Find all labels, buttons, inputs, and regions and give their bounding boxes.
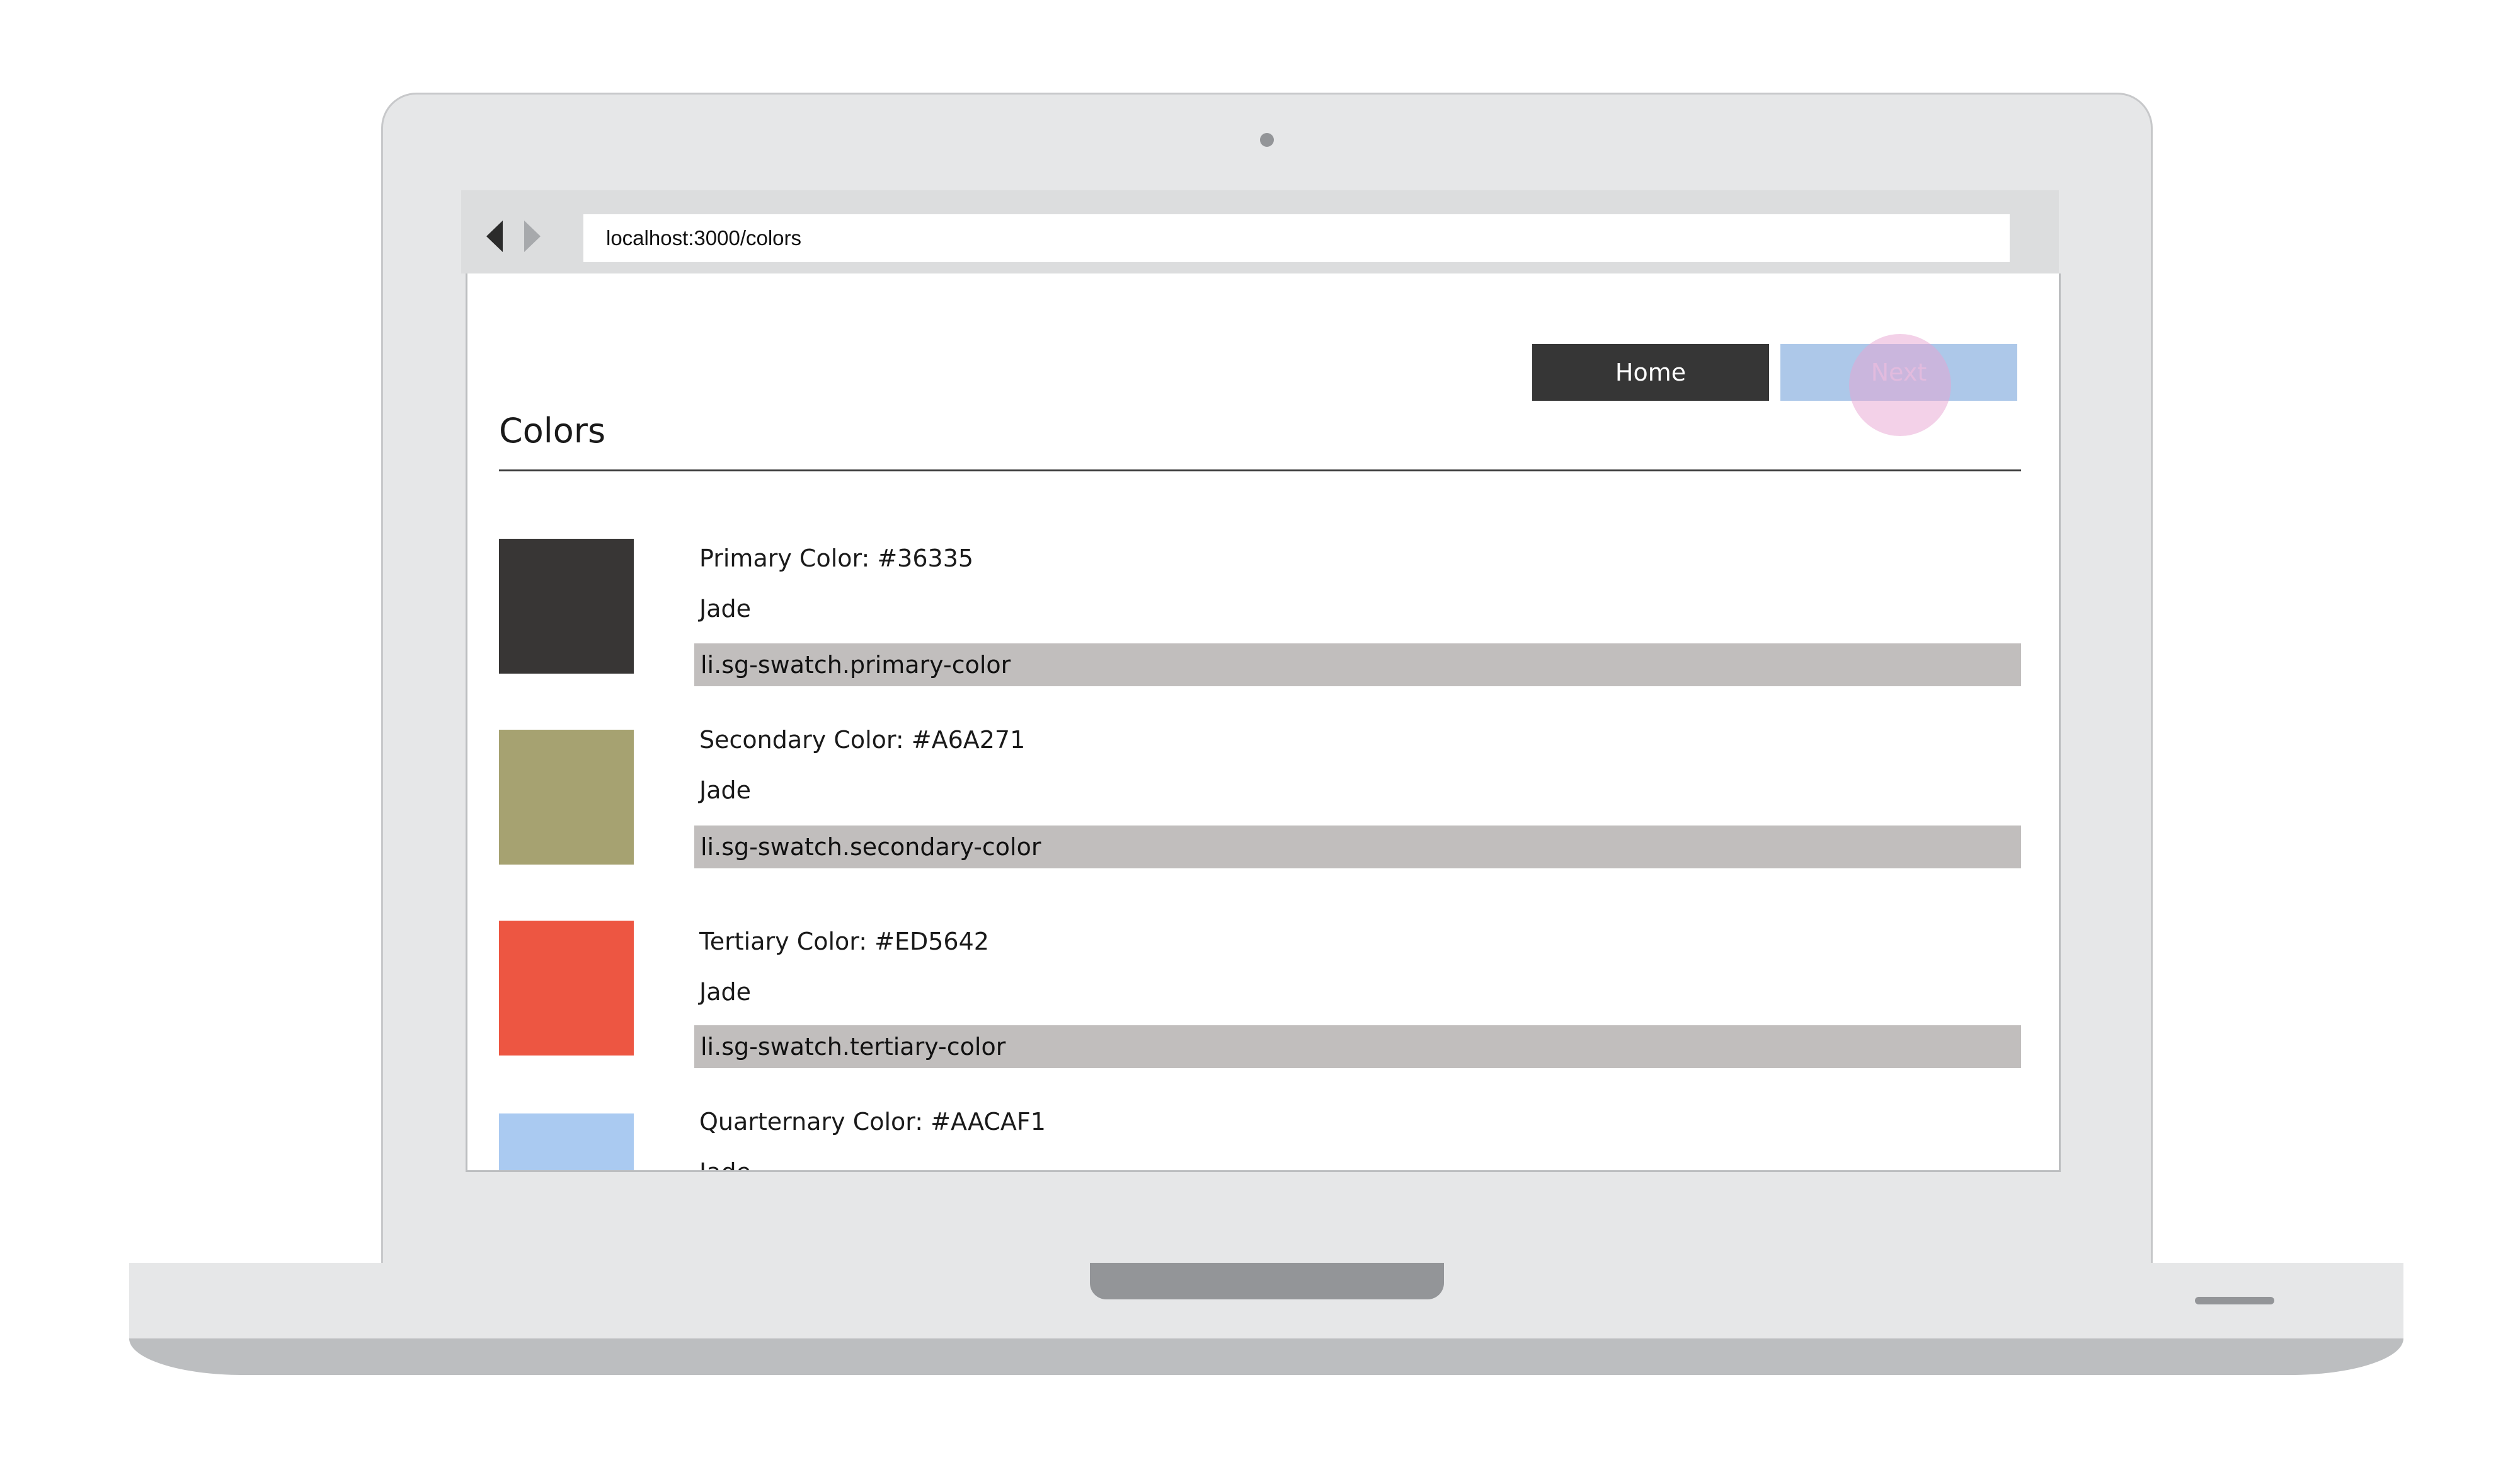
home-button[interactable]: Home xyxy=(1532,344,1769,401)
page-title: Colors xyxy=(499,411,606,451)
tertiary-color-swatch xyxy=(499,921,634,1056)
forward-arrow-icon[interactable] xyxy=(524,221,541,252)
primary-color-label: Jade xyxy=(699,595,751,623)
laptop-base-edge xyxy=(129,1338,2403,1375)
camera-icon xyxy=(1260,133,1274,147)
page-viewport: Home Next Colors Primary Color: #36335 J… xyxy=(466,273,2061,1172)
power-indicator-icon xyxy=(2195,1297,2274,1304)
primary-color-name: Primary Color: #36335 xyxy=(699,544,974,572)
primary-color-swatch xyxy=(499,539,634,674)
secondary-color-label: Jade xyxy=(699,776,751,804)
tertiary-color-name: Tertiary Color: #ED5642 xyxy=(699,928,989,955)
secondary-color-swatch xyxy=(499,730,634,865)
laptop-opening-notch xyxy=(1090,1263,1444,1299)
address-bar[interactable]: localhost:3000/colors xyxy=(583,214,2010,262)
quarternary-color-swatch xyxy=(499,1113,634,1170)
back-arrow-icon[interactable] xyxy=(486,221,503,252)
device-mockup: localhost:3000/colors Home Next Colors P… xyxy=(0,0,2520,1467)
quarternary-color-name: Quarternary Color: #AACAF1 xyxy=(699,1108,1046,1136)
title-divider xyxy=(499,469,2021,471)
touch-indicator xyxy=(1849,334,1951,436)
tertiary-color-selector: li.sg-swatch.tertiary-color xyxy=(694,1025,2021,1068)
primary-color-selector: li.sg-swatch.primary-color xyxy=(694,643,2021,686)
secondary-color-selector: li.sg-swatch.secondary-color xyxy=(694,826,2021,868)
quarternary-color-label: Jade xyxy=(699,1158,751,1172)
secondary-color-name: Secondary Color: #A6A271 xyxy=(699,726,1026,754)
tertiary-color-label: Jade xyxy=(699,978,751,1006)
